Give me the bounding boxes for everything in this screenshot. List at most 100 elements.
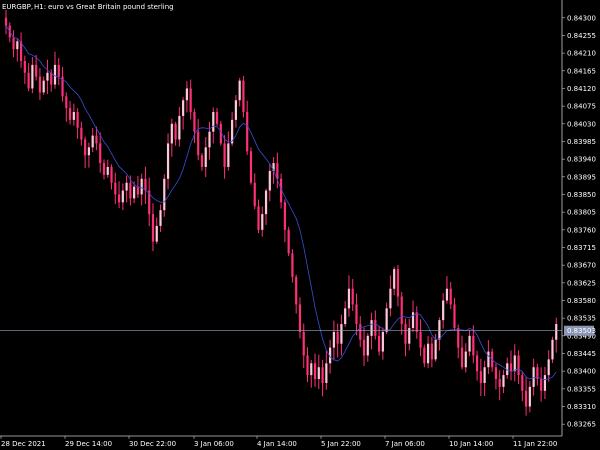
candle-body [106,166,109,175]
candle-body [362,339,366,356]
candle-body [464,351,467,368]
candle-body [27,72,30,89]
x-tick-label: 29 Dec 14:00 [65,440,112,448]
candle-body [200,155,204,167]
y-tick-label: 0.83400 [567,368,596,376]
candle-body [31,64,34,89]
candle-body [302,331,305,356]
chart-header: EURGBP, H1: euro vs Great Britain pound … [2,3,174,11]
y-tick-label: 0.83535 [567,315,596,323]
y-tick-label: 0.83850 [567,191,596,199]
candle-body [129,182,132,199]
current-price-tag: 0.83503 [564,325,596,336]
candle-body [378,335,381,352]
candle-body [133,186,136,199]
x-tick-label: 7 Jan 06:00 [385,440,425,448]
candle-body [509,363,513,372]
candle-body [223,143,226,167]
candle-body [53,64,57,85]
candle-body [487,351,490,368]
candle-body [163,178,166,211]
candle-body [317,367,320,380]
candle-body [344,308,347,325]
header-description: euro vs Great Britain pound sterling [48,3,174,11]
price-chart[interactable]: 0.84300 0.84255 0.84210 0.84165 0.84120 0.840… [0,0,600,450]
candle-body [95,135,98,144]
y-tick-label: 0.84120 [567,85,596,93]
candle-body [528,386,531,407]
candle-body [291,253,294,277]
candle-body [238,80,241,101]
candle-body [80,127,83,140]
candle-body [347,288,351,309]
candle-body [159,210,162,226]
candle-body [276,163,279,179]
y-tick-label: 0.83670 [567,262,596,270]
candle-body [295,276,298,305]
candle-body [445,288,449,301]
y-tick-label: 0.83355 [567,385,596,393]
candle-body [84,139,87,156]
candle-body [35,64,38,77]
candle-body [212,112,215,132]
candle-body [264,190,268,215]
candle-body [12,37,15,50]
candle-body [114,182,117,195]
y-tick-label: 0.83715 [567,244,596,252]
candle-body [261,214,264,230]
candle-body [102,163,106,175]
candle-body [321,367,324,383]
chart-background [0,0,600,450]
candle-body [242,80,245,113]
candle-body [479,371,482,383]
candle-body [396,269,400,297]
candle-body [543,375,547,391]
header-symbol: EURGBP, [2,3,33,11]
candle-body [117,194,121,203]
candle-body [16,41,19,50]
candle-body [227,143,230,167]
candle-body [351,288,354,305]
candle-body [400,296,403,325]
candle-body [381,331,384,352]
x-tick-label: 28 Dec 2021 [1,440,46,448]
candle-body [91,135,94,148]
candle-body [415,312,418,332]
candle-body [404,324,407,344]
candle-body [68,108,72,120]
candle-body [23,60,26,73]
candle-body [197,131,200,156]
y-tick-label: 0.84255 [567,32,596,40]
y-tick-label: 0.84075 [567,103,596,111]
candle-body [419,331,422,348]
candle-body [498,379,501,387]
candle-body [208,131,211,148]
candle-body [178,115,181,140]
candle-body [310,363,313,376]
candle-body [502,375,505,387]
candle-body [366,335,369,356]
candle-body [513,355,516,372]
candle-body [453,304,456,328]
candle-body [355,304,358,325]
candle-body [155,225,158,242]
candle-body [189,88,192,113]
y-tick-label: 0.83940 [567,156,596,164]
candle-body [38,76,42,93]
candle-body [547,359,550,376]
candle-body [540,379,543,391]
candle-body [449,288,452,305]
candle-body [423,347,426,364]
header-timeframe: H1: [34,3,46,11]
candle-body [336,331,339,344]
candle-body [249,151,253,183]
candle-body [298,304,302,332]
candle-body [110,166,113,183]
candle-body [144,178,147,191]
candle-body [182,100,185,116]
x-tick-label: 10 Jan 14:00 [449,440,493,448]
candle-body [468,335,471,352]
candle-body [517,355,520,376]
candle-body [72,112,75,120]
candle-body [50,72,53,85]
